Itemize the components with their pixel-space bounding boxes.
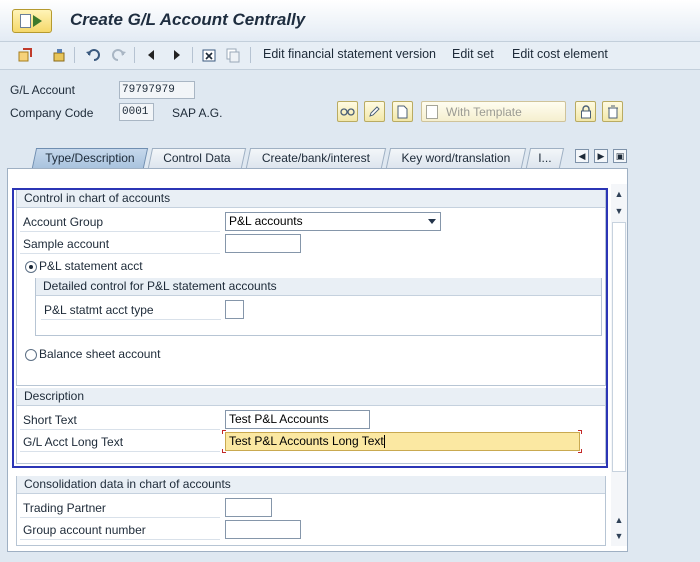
tab-label: Control Data [163,151,231,165]
toolbar-separator [192,47,193,63]
next-icon[interactable] [168,46,186,64]
edit-fs-version-button[interactable]: Edit financial statement version [263,47,436,61]
tab-label: Type/Description [45,151,135,165]
scroll-down-icon[interactable]: ▼ [613,530,625,542]
gl-account-label: G/L Account [10,83,75,97]
company-code-field[interactable]: 0001 [119,103,154,121]
with-template-label: With Template [446,104,522,119]
tab-key-word-translation[interactable]: Key word/translation [385,148,527,168]
toolbar-separator [74,47,75,63]
gl-account-field[interactable]: 79797979 [119,81,195,99]
toolbar-separator [134,47,135,63]
group-account-field[interactable] [225,520,301,539]
scrollbar-thumb[interactable] [612,222,626,472]
company-code-label: Company Code [10,106,94,120]
group-account-label: Group account number [20,520,220,540]
tab-label: Create/bank/interest [261,151,370,165]
undo-icon[interactable] [84,46,102,64]
pencil-icon[interactable] [364,101,385,122]
copy-icon[interactable] [224,46,242,64]
glasses-icon[interactable] [337,101,358,122]
tab-label: Key word/translation [401,151,511,165]
toolbar-separator [250,47,251,63]
scroll-down-icon[interactable]: ▼ [613,205,625,217]
delete-x-icon[interactable] [200,46,218,64]
tab-more[interactable]: I... [525,148,565,168]
scroll-up-icon[interactable]: ▲ [613,188,625,200]
create-account-icon[interactable] [12,9,52,33]
tab-control-data[interactable]: Control Data [147,148,247,168]
consolidation-section-title: Consolidation data in chart of accounts [17,476,605,494]
template-document-icon [426,104,438,119]
edit-cost-element-button[interactable]: Edit cost element [512,47,608,61]
previous-icon[interactable] [142,46,160,64]
redo-icon[interactable] [110,46,128,64]
edit-set-button[interactable]: Edit set [452,47,494,61]
page-title: Create G/L Account Centrally [70,10,306,29]
scroll-up-icon[interactable]: ▲ [613,514,625,526]
other-object-icon[interactable] [50,46,68,64]
company-name: SAP A.G. [172,106,223,120]
tab-type-description[interactable]: Type/Description [31,148,149,168]
trading-partner-label: Trading Partner [20,498,220,518]
arrow-icon [33,15,42,27]
trading-partner-field[interactable] [225,498,272,517]
highlight-frame [12,188,608,468]
tab-scroll-left-icon[interactable]: ◀ [575,149,589,163]
tab-scroll-right-icon[interactable]: ▶ [594,149,608,163]
tab-create-bank-interest[interactable]: Create/bank/interest [245,148,387,168]
tab-list-icon[interactable]: ▣ [613,149,627,163]
display-change-icon[interactable] [16,46,34,64]
document-icon [20,14,31,28]
new-document-icon[interactable] [392,101,413,122]
with-template-button[interactable]: With Template [421,101,566,122]
tab-label: I... [538,151,552,165]
trash-icon[interactable] [602,101,623,122]
lock-icon[interactable] [575,101,596,122]
